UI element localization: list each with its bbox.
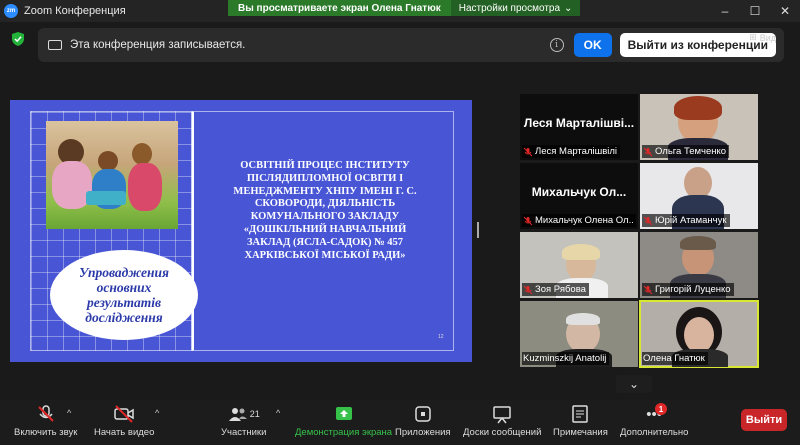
window-controls: – ☐ ✕ [710,0,800,22]
whiteboard-icon [493,406,511,424]
participant-label: Олена Гнатюк [642,352,708,365]
participants-options-caret-icon[interactable]: ^ [276,408,280,418]
slide-page-number: 12 [438,334,444,340]
grid-icon: ⊞ [749,32,757,42]
annotate-label: Примечания [553,427,608,438]
minimize-button[interactable]: – [710,0,740,22]
notification-badge: 1 [655,403,667,415]
participant-label: Юрій Атаманчук [642,214,730,227]
close-window-button[interactable]: ✕ [770,0,800,22]
maximize-button[interactable]: ☐ [740,0,770,22]
participant-name-display: Михальчук Ол... [531,185,627,199]
participant-name: Юрій Атаманчук [655,215,727,226]
screen-share-banner: Вы просматриваете экран Олена Гнатюк Нас… [228,0,581,16]
participant-label: Kuzminszkij Anatolij [522,352,610,365]
participant-tile[interactable]: Kuzminszkij Anatolij [520,301,638,367]
participant-label: Ольга Темченко [642,145,730,158]
participant-label: Михальчук Олена Ол... [522,214,636,227]
mic-muted-icon [643,285,653,294]
slide-oval-text: Упроваджения основних результатів дослід… [78,264,170,326]
recording-notice-text: Эта конференция записывается. [70,39,246,51]
audio-options-caret-icon[interactable]: ^ [67,408,71,418]
view-label: Вид [759,32,776,43]
apps-button[interactable]: Приложения [395,404,451,438]
annotate-button[interactable]: Примечания [553,404,608,438]
whiteboards-label: Доски сообщений [463,427,542,438]
video-options-caret-icon[interactable]: ^ [155,408,159,418]
participant-name: Григорій Луценко [655,284,731,295]
participant-name: Kuzminszkij Anatolij [523,353,607,364]
participant-label: Леся Марталішвілі [522,145,621,158]
whiteboards-button[interactable]: Доски сообщений [463,404,541,438]
participant-tile[interactable]: Леся Марталішві... Леся Марталішвілі [520,94,638,160]
mic-muted-icon [37,405,54,422]
participants-icon-wrap: 21 [228,404,260,424]
resize-handle[interactable] [477,222,479,238]
meeting-toolbar: Включить звук ^ Начать видео ^ 21 Участн… [0,400,800,445]
participant-label: Григорій Луценко [642,283,734,296]
view-options-label: Настройки просмотра [458,2,561,14]
participant-name: Зоя Рябова [535,284,586,295]
share-screen-button[interactable]: Демонстрация экрана [295,404,392,438]
window-title: Zoom Конференция [24,5,126,17]
participant-tile[interactable]: Михальчук Ол... Михальчук Олена Ол... [520,163,638,229]
participant-tile[interactable]: Григорій Луценко [640,232,758,298]
recording-notice-bar: Эта конференция записывается. i OK Выйти… [38,28,784,62]
participant-tile[interactable]: Зоя Рябова [520,232,638,298]
mic-muted-icon [643,147,653,156]
participant-name: Леся Марталішвілі [535,146,618,157]
share-banner-text: Вы просматриваете экран Олена Гнатюк [238,2,441,14]
view-button[interactable]: ⊞ Вид [749,32,776,43]
more-participants-chevron-down-icon[interactable]: ⌄ [616,375,652,393]
start-video-label: Начать видео [94,427,155,438]
share-screen-label: Демонстрация экрана [295,427,393,438]
mic-muted-icon [643,216,653,225]
mic-muted-icon [523,216,533,225]
share-screen-icon [335,407,352,420]
participants-button[interactable]: 21 Участники [221,404,266,438]
participant-name: Михальчук Олена Ол... [535,215,633,226]
participant-label: Зоя Рябова [522,283,589,296]
participant-name-display: Леся Марталішві... [523,116,635,130]
apps-icon [415,406,431,422]
zoom-logo-icon: zm [4,4,18,18]
annotate-icon [572,405,589,423]
info-icon[interactable]: i [549,38,564,52]
unmute-label: Включить звук [14,427,78,438]
participant-tile[interactable]: Ольга Темченко [640,94,758,160]
participant-tile[interactable]: Юрій Атаманчук [640,163,758,229]
video-off-icon [114,405,134,423]
end-meeting-button[interactable]: Выйти [741,409,787,431]
participant-tile-active-speaker[interactable]: Олена Гнатюк [639,300,759,368]
participant-name: Ольга Темченко [655,146,727,157]
start-video-button[interactable]: Начать видео [94,404,154,438]
participants-label: Участники [221,427,267,438]
mic-muted-icon [523,147,533,156]
slide-oval-callout: Упроваджения основних результатів дослід… [50,250,198,340]
mic-muted-icon [523,285,533,294]
more-label: Дополнительно [620,427,689,438]
people-icon [228,408,247,421]
shield-icon[interactable] [12,32,24,46]
participants-count: 21 [249,409,260,419]
view-options-button[interactable]: Настройки просмотра ⌄ [450,0,581,16]
slide-title: ОСВІТНІЙ ПРОЦЕС ІНСТИТУТУ ПІСЛЯДИПЛОМНОЇ… [233,160,417,261]
apps-label: Приложения [395,427,451,438]
recording-icon [48,40,62,50]
chevron-down-icon: ⌄ [564,2,573,14]
ok-button[interactable]: OK [573,33,612,57]
children-photo [46,121,178,229]
shared-screen: Упроваджения основних результатів дослід… [10,100,472,362]
participant-name: Олена Гнатюк [643,353,705,364]
